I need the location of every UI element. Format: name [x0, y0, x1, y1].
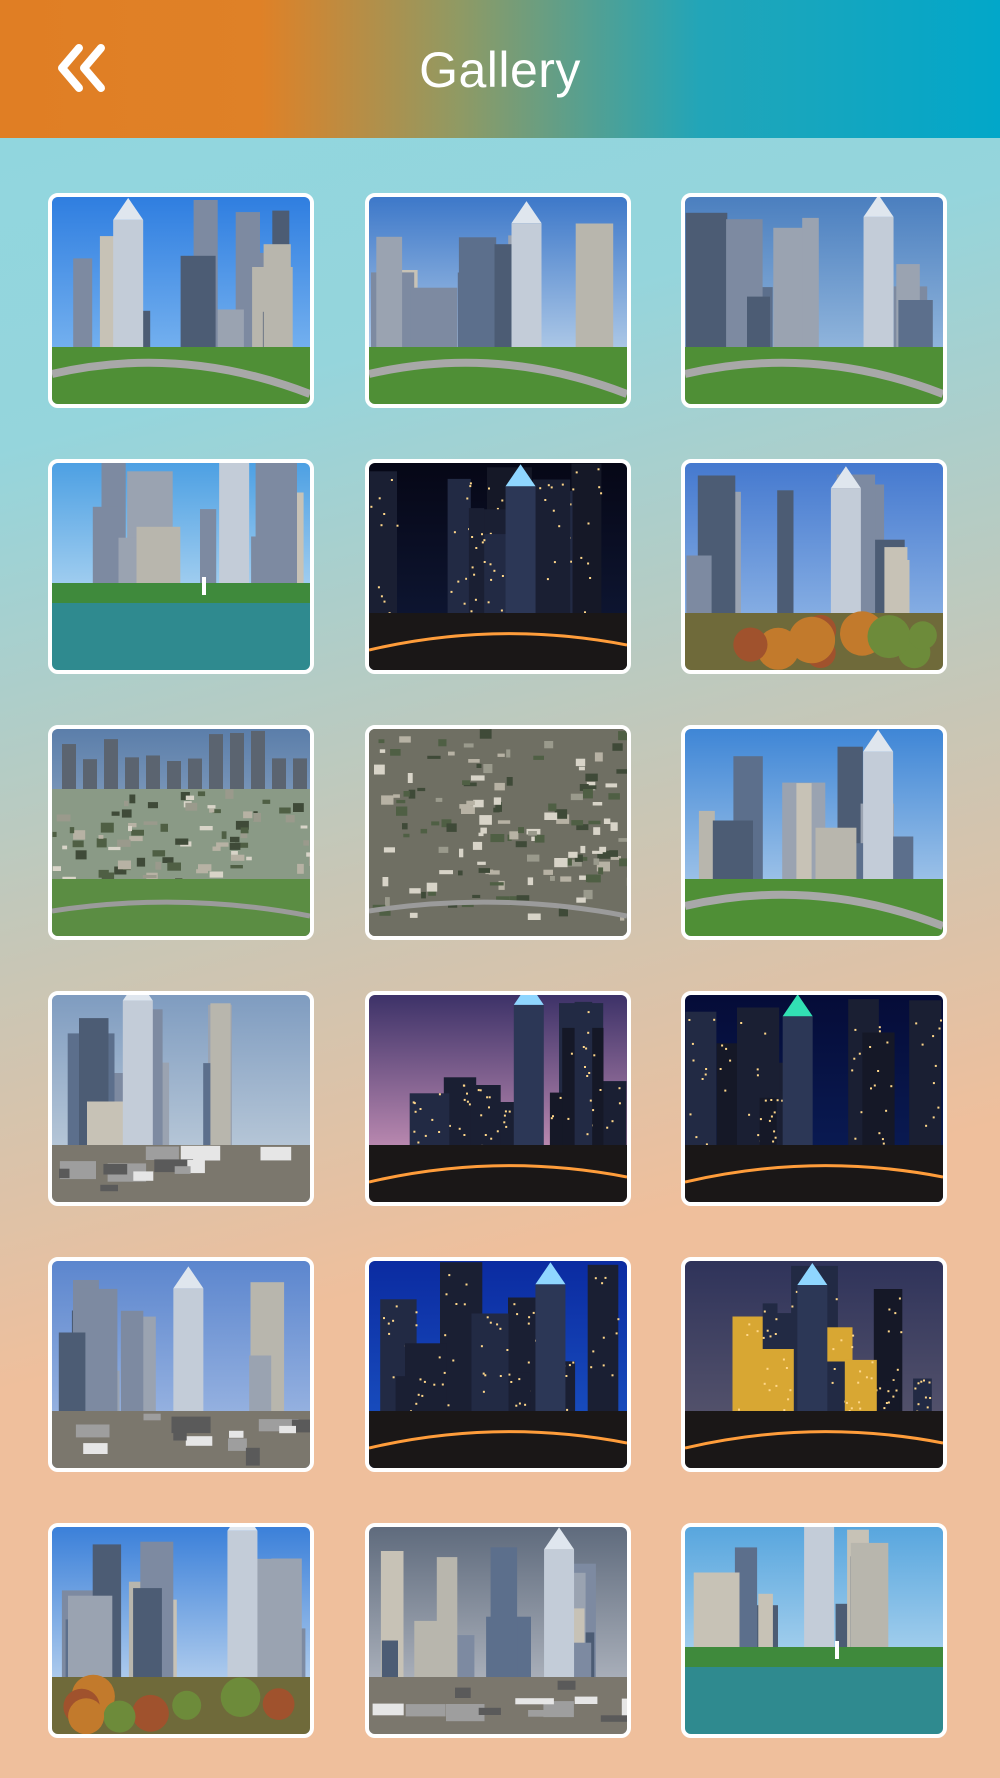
- gallery-thumbnail-skyline-night-lights[interactable]: [365, 459, 631, 674]
- gallery-thumbnail-aerial-suburbs[interactable]: [365, 725, 631, 940]
- gallery-image: [369, 197, 627, 404]
- gallery-thumbnail-skyline-clear-towers[interactable]: [48, 1257, 314, 1472]
- gallery-thumbnail-skyline-cloudy-glass-tower[interactable]: [365, 193, 631, 408]
- gallery-image: [369, 729, 627, 936]
- gallery-image: [52, 1261, 310, 1468]
- gallery-image: [52, 197, 310, 404]
- gallery-image: [685, 729, 943, 936]
- gallery-thumbnail-skyline-downtown-hotel[interactable]: [365, 1523, 631, 1738]
- gallery-image: [685, 1527, 943, 1734]
- gallery-thumbnail-lake-fountain-city[interactable]: [48, 459, 314, 674]
- page-title: Gallery: [419, 42, 581, 98]
- gallery-image: [52, 729, 310, 936]
- gallery-image: [52, 1527, 310, 1734]
- gallery-image: [52, 463, 310, 670]
- gallery-image: [685, 1261, 943, 1468]
- gallery-image: [369, 1527, 627, 1734]
- gallery-image: [685, 197, 943, 404]
- gallery-thumbnail-skyline-hazy-towers[interactable]: [48, 991, 314, 1206]
- gallery-thumbnail-skyline-highway-trees[interactable]: [681, 193, 947, 408]
- gallery-image: [369, 1261, 627, 1468]
- gallery-image: [685, 995, 943, 1202]
- gallery-thumbnail-skyline-autumn-foreground[interactable]: [48, 1523, 314, 1738]
- gallery-thumbnail-skyline-autumn-trees[interactable]: [681, 459, 947, 674]
- gallery-thumbnail-skyline-park-field[interactable]: [681, 725, 947, 940]
- gallery-image: [685, 463, 943, 670]
- gallery-thumbnail-skyline-dusk-bridge[interactable]: [365, 991, 631, 1206]
- gallery-thumbnail-skyline-daytime-towers[interactable]: [48, 193, 314, 408]
- gallery-thumbnail-skyline-night-green-crown[interactable]: [681, 991, 947, 1206]
- gallery-image: [369, 463, 627, 670]
- gallery-thumbnail-lake-fountain-city-wide[interactable]: [681, 1523, 947, 1738]
- gallery-image: [52, 995, 310, 1202]
- gallery-image: [369, 995, 627, 1202]
- gallery-thumbnail-skyline-blue-hour[interactable]: [365, 1257, 631, 1472]
- top-app-bar: Gallery: [0, 0, 1000, 138]
- gallery-thumbnail-skyline-gold-towers-dusk[interactable]: [681, 1257, 947, 1472]
- gallery-thumbnail-aerial-city-greens[interactable]: [48, 725, 314, 940]
